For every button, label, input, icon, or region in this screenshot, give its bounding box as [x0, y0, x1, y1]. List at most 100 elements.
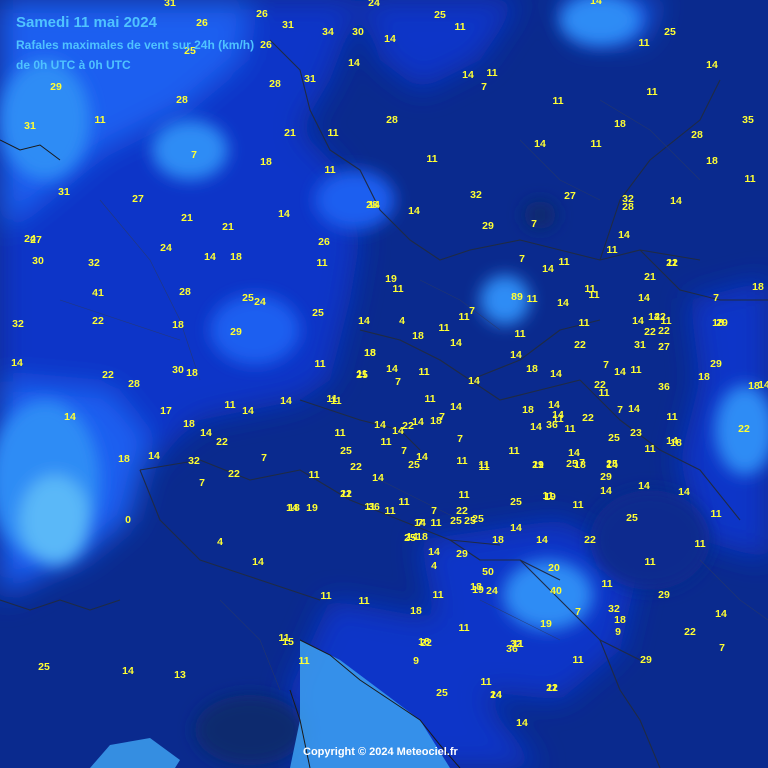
gust-value-label: 14	[148, 450, 160, 462]
gust-value-label: 11	[578, 317, 589, 329]
gust-value-label: 14	[280, 395, 292, 407]
gust-value-label: 34	[322, 26, 334, 38]
gust-value-label: 40	[550, 585, 562, 597]
gust-value-label: 28	[622, 201, 634, 213]
gust-value-label: 14	[384, 33, 396, 45]
gust-value-label: 25	[434, 9, 446, 21]
gust-value-label: 11	[558, 256, 569, 268]
gust-value-label: 36	[368, 501, 380, 513]
gust-value-label: 11	[454, 21, 465, 33]
gust-value-label: 11	[426, 153, 437, 165]
gust-value-label: 18	[430, 415, 442, 427]
gust-value-label: 14	[510, 349, 522, 361]
gust-value-label: 11	[424, 393, 435, 405]
gust-value-label: 18	[698, 371, 710, 383]
gust-value-label: 11	[380, 436, 391, 448]
gust-value-label: 11	[398, 496, 409, 508]
gust-value-label: 11	[480, 676, 491, 688]
gust-value-label: 31	[282, 19, 294, 31]
gust-value-label: 14	[715, 608, 727, 620]
gust-value-label: 36	[506, 643, 518, 655]
gust-value-label: 14	[510, 522, 522, 534]
gust-value-label: 24	[254, 296, 266, 308]
gust-value-label: 31	[634, 339, 646, 351]
gust-value-label: 22	[102, 369, 114, 381]
gust-value-label: 11	[638, 37, 649, 49]
gust-value-label: 11	[432, 589, 443, 601]
gust-value-label: 7	[617, 404, 623, 416]
gust-value-label: 14	[536, 534, 548, 546]
gust-value-label: 24	[368, 0, 380, 9]
gust-value-label: 14	[618, 229, 630, 241]
gust-value-label: 25	[472, 513, 484, 525]
gust-value-label: 32	[88, 257, 100, 269]
gust-value-label: 23	[630, 427, 642, 439]
gust-value-label: 14	[348, 57, 360, 69]
gust-value-label: 18	[416, 531, 428, 543]
gust-value-label: 11	[330, 395, 341, 407]
gust-value-label: 11	[590, 138, 601, 150]
gust-value-label: 14	[468, 375, 480, 387]
gust-value-label: 25	[608, 432, 620, 444]
gust-value-label: 11	[744, 173, 755, 185]
gust-value-label: 14	[242, 405, 254, 417]
gust-value-label: 25	[38, 661, 50, 673]
gust-value-label: 14	[530, 421, 542, 433]
gust-value-label: 25	[312, 307, 324, 319]
gust-value-label: 22	[340, 488, 352, 500]
gust-value-label: 11	[630, 364, 641, 376]
gust-value-label: 11	[430, 517, 441, 529]
gust-value-label: 13	[174, 669, 186, 681]
gust-value-label: 26	[318, 236, 330, 248]
gust-value-label: 14	[542, 263, 554, 275]
gust-value-label: 31	[24, 120, 36, 132]
gust-value-label: 29	[50, 81, 62, 93]
gust-value-label: 29	[640, 654, 652, 666]
gust-value-label: 11	[606, 244, 617, 256]
gust-value-label: 0	[125, 514, 131, 526]
gust-value-label: 29	[482, 220, 494, 232]
gust-value-label: 32	[470, 189, 482, 201]
gust-value-label: 14	[516, 717, 528, 729]
gust-value-label: 7	[719, 642, 725, 654]
gust-value-label: 35	[742, 114, 754, 126]
gust-value-label: 11	[316, 257, 327, 269]
zone-very-low-bohemia	[524, 201, 556, 229]
zone-high-vosges	[152, 120, 228, 180]
gust-value-label: 19	[544, 491, 556, 503]
gust-value-label: 18	[706, 155, 718, 167]
gust-value-label: 19	[472, 584, 484, 596]
gust-value-label: 11	[532, 459, 543, 471]
gust-value-label: 11	[224, 399, 235, 411]
gust-value-label: 18	[752, 281, 764, 293]
gust-value-label: 21	[181, 212, 193, 224]
gust-value-label: 28	[128, 378, 140, 390]
gust-value-label: 14	[706, 59, 718, 71]
map-subtitle: Rafales maximales de vent sur 24h (km/h)	[16, 38, 255, 52]
gust-value-label: 14	[428, 546, 440, 558]
gust-value-label: 29	[456, 548, 468, 560]
gust-value-label: 20	[548, 562, 560, 574]
gust-value-label: 7	[457, 433, 463, 445]
gust-value-label: 22	[644, 326, 656, 338]
gust-value-label: 14	[450, 337, 462, 349]
zone-very-high-atlantic	[0, 60, 90, 180]
gust-value-label: 26	[256, 8, 268, 20]
gust-value-label: 14	[11, 357, 23, 369]
zone-medium-jura	[315, 170, 395, 230]
gust-value-label: 14	[678, 486, 690, 498]
gust-value-label: 14	[252, 556, 264, 568]
gust-value-label: 14	[534, 138, 546, 150]
gust-value-label: 14	[670, 195, 682, 207]
gust-value-label: 22	[420, 637, 432, 649]
gust-value-label: 7	[469, 305, 475, 317]
gust-value-label: 7	[191, 149, 197, 161]
gust-value-label: 18	[614, 118, 626, 130]
gust-value-label: 18	[186, 367, 198, 379]
gust-value-label: 7	[575, 606, 581, 618]
gust-value-label: 25	[340, 445, 352, 457]
gust-value-label: 28	[176, 94, 188, 106]
gust-value-label: 28	[179, 286, 191, 298]
gust-value-label: 18	[410, 605, 422, 617]
gust-value-label: 18	[522, 404, 534, 416]
